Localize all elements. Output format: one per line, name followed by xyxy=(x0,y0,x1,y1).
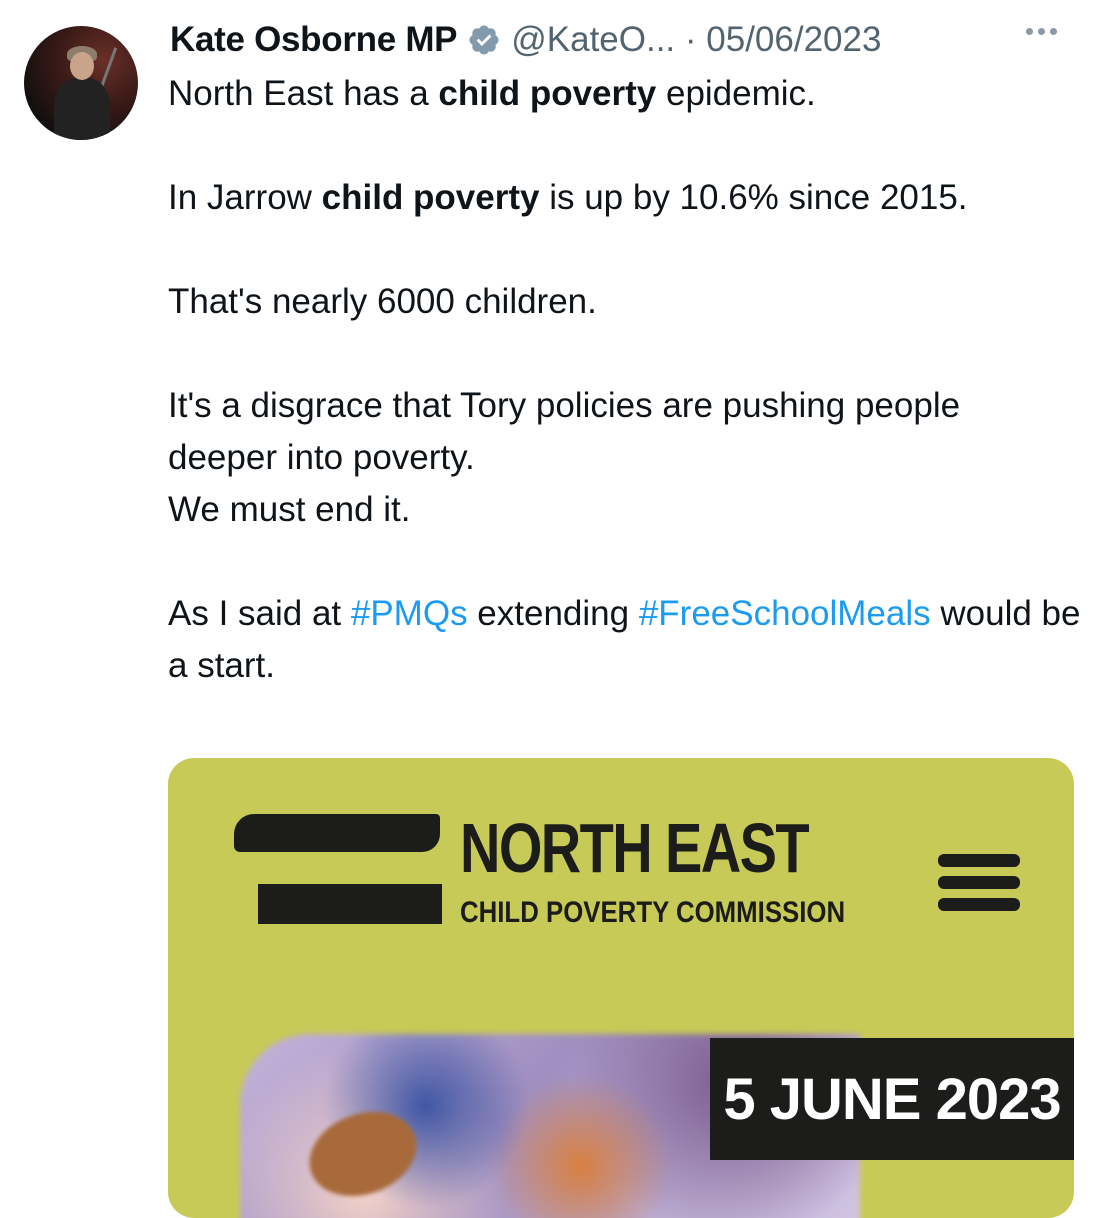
logo-brush-stroke xyxy=(234,814,440,852)
avatar-head xyxy=(70,52,94,80)
more-dot xyxy=(1038,28,1045,35)
tweet-media-image[interactable]: NORTH EAST CHILD POVERTY COMMISSION 5 JU… xyxy=(168,758,1074,1218)
hashtag-freeschoolmeals-link[interactable]: #FreeSchoolMeals xyxy=(639,594,931,633)
author-handle-and-date[interactable]: @KateO... · 05/06/2023 xyxy=(511,20,881,60)
bold-text: child poverty xyxy=(321,178,540,217)
date-badge: 5 JUNE 2023 xyxy=(710,1038,1074,1160)
logo-bar xyxy=(258,884,442,924)
more-dot xyxy=(1050,28,1057,35)
bold-text: child poverty xyxy=(438,74,657,113)
hashtag-pmqs-link[interactable]: #PMQs xyxy=(351,594,468,633)
tweet-paragraph-3: That's nearly 6000 children. xyxy=(168,282,597,321)
text-span: North East has a xyxy=(168,74,439,113)
tweet-paragraph-5: We must end it. xyxy=(168,490,411,529)
more-options-icon[interactable] xyxy=(1026,28,1057,35)
tweet-header: Kate Osborne MP @KateO... · 05/06/2023 xyxy=(170,18,881,62)
more-dot xyxy=(1026,28,1033,35)
text-span: is up by 10.6% since 2015. xyxy=(539,178,968,217)
author-avatar[interactable] xyxy=(24,26,138,140)
tweet-text: North East has a child poverty epidemic.… xyxy=(168,68,1088,692)
tweet-paragraph-2: In Jarrow child poverty is up by 10.6% s… xyxy=(168,172,988,224)
text-span: epidemic. xyxy=(656,74,816,113)
text-span: In Jarrow xyxy=(168,178,322,217)
tweet-paragraph-4: It's a disgrace that Tory policies are p… xyxy=(168,386,961,477)
verified-badge-icon xyxy=(469,25,499,55)
text-span: As I said at xyxy=(168,594,351,633)
avatar-figure xyxy=(54,78,110,140)
tweet-paragraph-1: North East has a child poverty epidemic. xyxy=(168,68,1088,120)
hamburger-menu-icon xyxy=(938,854,1020,920)
tweet-paragraph-6: As I said at #PMQs extending #FreeSchool… xyxy=(168,588,1088,692)
media-title: NORTH EAST xyxy=(460,809,810,887)
text-span: extending xyxy=(467,594,639,633)
author-name[interactable]: Kate Osborne MP xyxy=(170,20,458,60)
media-subtitle: CHILD POVERTY COMMISSION xyxy=(460,896,846,929)
